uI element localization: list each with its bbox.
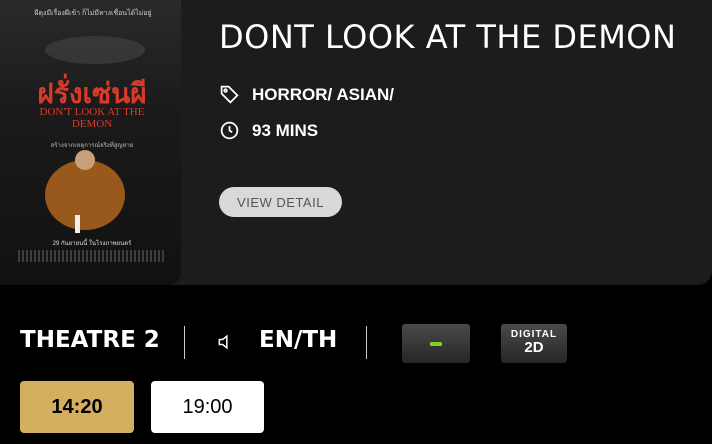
poster-title-thai: ฝรั่งเซ่นผี (37, 77, 147, 110)
movie-card: ผีดุงมีเรื่องผีเข้า ก็ไม่มีทางเชื่อนได้ไ… (0, 0, 712, 285)
genre-label: HORROR/ ASIAN/ (252, 84, 394, 104)
format-dimension: 2D (524, 339, 544, 356)
rating-badge (402, 324, 470, 363)
divider (184, 326, 185, 359)
duration-label: 93 MINS (252, 120, 319, 140)
theatre-name: THEATRE 2 (20, 327, 160, 353)
poster-title-en: DON'T LOOK AT THE DEMON (39, 106, 145, 131)
format-badge: DIGITAL 2D (501, 324, 567, 363)
rating-dash-icon (430, 341, 442, 346)
genre-row: HORROR/ ASIAN/ (219, 84, 394, 105)
poster-credits (18, 250, 164, 262)
movie-poster[interactable]: ผีดุงมีเรื่องผีเข้า ก็ไม่มีทางเชื่อนได้ไ… (0, 0, 181, 285)
poster-subtitle: สร้างจากเหตุการณ์จริงที่สูญหาย (50, 143, 134, 149)
clock-icon (219, 120, 240, 141)
speaker-icon (216, 332, 236, 352)
duration-row: 93 MINS (219, 120, 318, 141)
session-info: THEATRE 2 EN/TH DIGITAL 2D (0, 322, 712, 363)
showtime-button[interactable]: 19:00 (151, 381, 264, 433)
poster-release: 29 กันยายนนี้ ในโรงภาพยนตร์ (52, 241, 132, 247)
view-detail-button[interactable]: VIEW DETAIL (219, 187, 342, 217)
showtime-button-selected[interactable]: 14:20 (20, 381, 134, 433)
language-label: EN/TH (259, 327, 338, 353)
tag-icon (219, 84, 240, 105)
divider (366, 326, 367, 359)
movie-title: DONT LOOK AT THE DEMON (219, 18, 677, 56)
